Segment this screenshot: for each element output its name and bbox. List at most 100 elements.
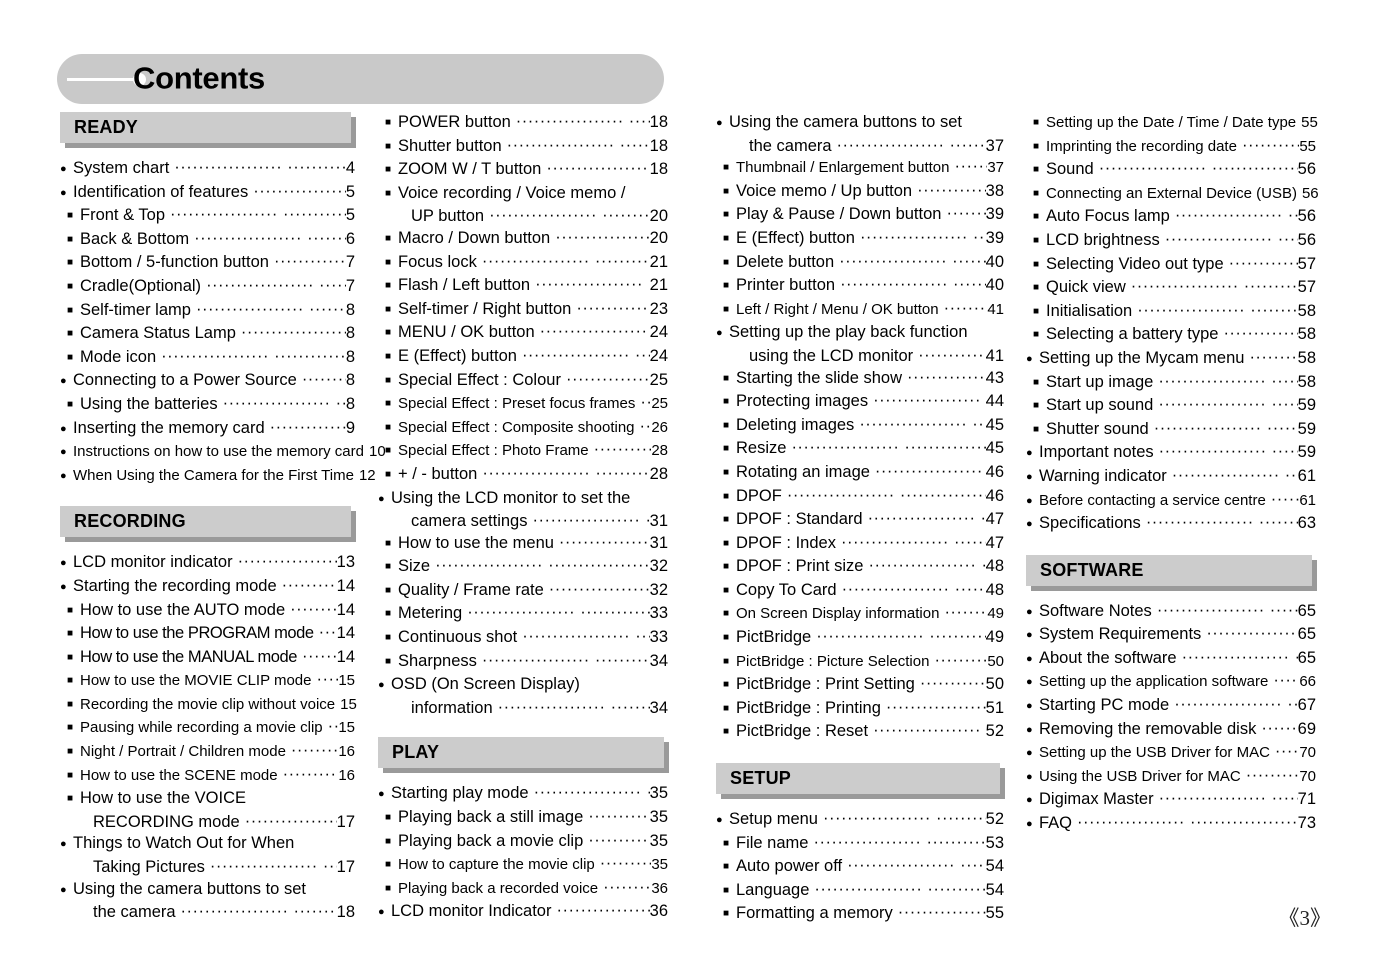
toc-entry[interactable]: Using the camera buttons to set [60,879,355,903]
toc-entry[interactable]: Protecting images·················· ····… [716,391,1004,415]
toc-entry[interactable]: Special Effect : Colour·················… [378,370,668,394]
toc-entry[interactable]: Printer button·················· ·······… [716,275,1004,299]
toc-entry[interactable]: Delete button·················· ········… [716,252,1004,276]
toc-entry[interactable]: Start up image·················· ·······… [1026,372,1316,396]
toc-entry[interactable]: Playing back a movie clip···············… [378,831,668,855]
toc-entry[interactable]: Setting up the Date / Time / Date type··… [1026,112,1318,136]
toc-entry[interactable]: Sound·················· ················… [1026,159,1316,183]
toc-entry[interactable]: PictBridge : Reset·················· ···… [716,721,1004,745]
toc-entry[interactable]: LCD monitor indicator·················· … [60,552,355,576]
toc-entry[interactable]: Warning indicator·················· ····… [1026,466,1316,490]
toc-entry[interactable]: Using the camera buttons to set [716,112,1004,136]
toc-entry[interactable]: How to use the MOVIE CLIP mode··········… [60,670,355,694]
toc-entry[interactable]: Macro / Down button·················· ··… [378,228,668,252]
toc-entry[interactable]: System Requirements·················· ··… [1026,624,1316,648]
toc-entry[interactable]: Setting up the play back function [716,322,1004,346]
toc-entry[interactable]: System chart·················· ·········… [60,158,355,182]
toc-entry[interactable]: the camera·················· ···········… [60,902,355,924]
toc-entry[interactable]: Self-timer lamp·················· ······… [60,300,355,324]
toc-entry[interactable]: Setting up the application software·····… [1026,671,1316,695]
toc-entry[interactable]: ZOOM W / T button·················· ····… [378,159,668,183]
toc-entry[interactable]: Digimax Master·················· ·······… [1026,789,1316,813]
toc-entry[interactable]: Shutter sound·················· ········… [1026,419,1316,443]
toc-entry[interactable]: Software Notes·················· ·······… [1026,601,1316,625]
toc-entry[interactable]: Initialisation·················· ·······… [1026,301,1316,325]
toc-entry[interactable]: Metering·················· ·············… [378,603,668,627]
toc-entry[interactable]: Selecting Video out type················… [1026,254,1316,278]
toc-entry[interactable]: DPOF : Standard·················· ······… [716,509,1004,533]
toc-entry[interactable]: Setting up the Mycam menu···············… [1026,348,1316,372]
toc-entry[interactable]: Things to Watch Out for When [60,833,355,857]
toc-entry[interactable]: camera settings·················· ······… [378,511,668,533]
toc-entry[interactable]: Starting the slide show·················… [716,368,1004,392]
toc-entry[interactable]: How to capture the movie clip···········… [378,854,668,878]
toc-entry[interactable]: How to use the menu·················· ··… [378,533,668,557]
toc-entry[interactable]: Quality / Frame rate·················· ·… [378,580,668,604]
toc-entry[interactable]: Before contacting a service centre······… [1026,490,1316,514]
toc-entry[interactable]: MENU / OK button·················· ·····… [378,322,668,346]
toc-entry[interactable]: LCD monitor Indicator·················· … [378,901,668,925]
toc-entry[interactable]: Recording the movie clip without voice··… [60,694,357,718]
toc-entry[interactable]: Starting play mode·················· ···… [378,783,668,807]
toc-entry[interactable]: Voice memo / Up button··················… [716,181,1004,205]
toc-entry[interactable]: Continuous shot·················· ······… [378,627,668,651]
toc-entry[interactable]: Specifications·················· ·······… [1026,513,1316,537]
toc-entry[interactable]: OSD (On Screen Display) [378,674,668,698]
toc-entry[interactable]: Cradle(Optional)·················· ·····… [60,276,355,300]
toc-entry[interactable]: File name·················· ············… [716,833,1004,857]
toc-entry[interactable]: POWER button·················· ·········… [378,112,668,136]
toc-entry[interactable]: Voice recording / Voice memo / [378,183,668,207]
toc-entry[interactable]: When Using the Camera for the First Time… [60,465,376,489]
toc-entry[interactable]: Setup menu·················· ···········… [716,809,1004,833]
toc-entry[interactable]: Formatting a memory·················· ··… [716,903,1004,927]
toc-entry[interactable]: using the LCD monitor·················· … [716,346,1004,368]
toc-entry[interactable]: Special Effect : Preset focus frames ····… [378,393,668,417]
toc-entry[interactable]: Using the USB Driver for MAC············… [1026,766,1316,790]
toc-entry[interactable]: PictBridge : Printing·················· … [716,698,1004,722]
toc-entry[interactable]: Focus lock·················· ···········… [378,252,668,276]
toc-entry[interactable]: Left / Right / Menu / OK button·········… [716,299,1004,323]
toc-entry[interactable]: Mode icon·················· ············… [60,347,355,371]
toc-entry[interactable]: Removing the removable disk·············… [1026,719,1316,743]
toc-entry[interactable]: Play & Pause / Down button··············… [716,204,1004,228]
toc-entry[interactable]: + / - button·················· ·········… [378,464,668,488]
toc-entry[interactable]: About the software·················· ···… [1026,648,1316,672]
toc-entry[interactable]: How to use the MANUAL mode··············… [60,647,355,671]
toc-entry[interactable]: How to use the VOICE [60,788,355,812]
toc-entry[interactable]: Imprinting the recording date···········… [1026,136,1316,160]
toc-entry[interactable]: Copy To Card·················· ·········… [716,580,1004,604]
toc-entry[interactable]: How to use the AUTO mode················… [60,600,355,624]
toc-entry[interactable]: Starting PC mode·················· ·····… [1026,695,1316,719]
toc-entry[interactable]: On Screen Display information···········… [716,603,1004,627]
toc-entry[interactable]: RECORDING mode·················· ·······… [60,812,355,834]
toc-entry[interactable]: Important notes·················· ······… [1026,442,1316,466]
toc-entry[interactable]: Self-timer / Right button···············… [378,299,668,323]
toc-entry[interactable]: Camera Status Lamp·················· ···… [60,323,355,347]
toc-entry[interactable]: Deleting images·················· ······… [716,415,1004,439]
toc-entry[interactable]: Pausing while recording a movie clip ····… [60,717,355,741]
toc-entry[interactable]: E (Effect) button·················· ····… [716,228,1004,252]
toc-entry[interactable]: Instructions on how to use the memory ca… [60,441,386,465]
toc-entry[interactable]: Connecting to a Power Source············… [60,370,355,394]
toc-entry[interactable]: Language·················· ·············… [716,880,1004,904]
toc-entry[interactable]: the camera·················· ···········… [716,136,1004,158]
toc-entry[interactable]: Playing back a still image··············… [378,807,668,831]
toc-entry[interactable]: Identification of features··············… [60,182,355,206]
toc-entry[interactable]: Front & Top ·················· ··········… [60,205,355,229]
toc-entry[interactable]: Selecting a battery type················… [1026,324,1316,348]
toc-entry[interactable]: E (Effect) button·················· ····… [378,346,668,370]
toc-entry[interactable]: Resize·················· ···············… [716,438,1004,462]
toc-entry[interactable]: Bottom / 5-function button··············… [60,252,355,276]
toc-entry[interactable]: Back & Bottom·················· ········… [60,229,355,253]
toc-entry[interactable]: PictBridge : Picture Selection··········… [716,651,1004,675]
toc-entry[interactable]: Sharpness·················· ············… [378,651,668,675]
toc-entry[interactable]: How to use the PROGRAM mode·············… [60,623,355,647]
toc-entry[interactable]: DPOF : Print size·················· ····… [716,556,1004,580]
toc-entry[interactable]: DPOF : Index·················· ·········… [716,533,1004,557]
toc-entry[interactable]: Playing back a recorded voice···········… [378,878,668,902]
toc-entry[interactable]: Auto power off·················· ·······… [716,856,1004,880]
toc-entry[interactable]: FAQ·················· ··················… [1026,813,1316,837]
toc-entry[interactable]: How to use the SCENE mode···············… [60,765,355,789]
toc-entry[interactable]: Flash / Left button·················· ··… [378,275,668,299]
toc-entry[interactable]: Night / Portrait / Children mode········… [60,741,355,765]
